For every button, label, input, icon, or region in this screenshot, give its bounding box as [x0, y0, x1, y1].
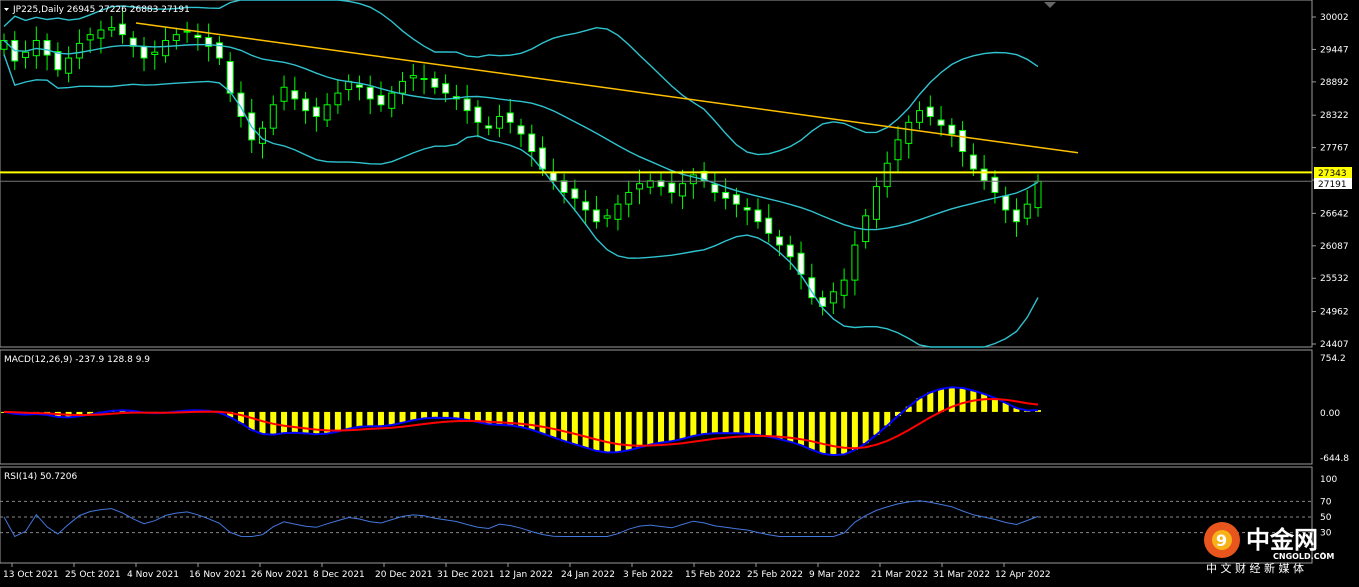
macd-histogram-bar — [302, 411, 309, 434]
macd-histogram-bar — [604, 411, 611, 453]
macd-histogram-bar — [668, 411, 675, 442]
macd-histogram-bar — [701, 411, 708, 434]
price-tick-label: 28322 — [1320, 111, 1349, 121]
watermark-title: 中金网 — [1246, 526, 1318, 554]
price-tick-label: 25532 — [1320, 274, 1349, 284]
macd-histogram-bar — [614, 411, 621, 453]
macd-histogram-bar — [259, 411, 266, 434]
macd-histogram-bar — [658, 411, 665, 443]
date-tick-label: 20 Dec 2021 — [375, 570, 433, 580]
macd-histogram-bar — [356, 411, 363, 427]
cngold-watermark: 9 中金网 CNGOLD.COM 中 文 财 经 新 媒 体 — [1204, 522, 1334, 575]
date-tick-label: 4 Nov 2021 — [127, 570, 179, 580]
date-axis: 13 Oct 2021 25 Oct 2021 4 Nov 2021 16 Nov 2… — [3, 563, 1051, 580]
macd-histogram-bar — [927, 392, 934, 412]
macd-histogram-bar — [345, 411, 352, 429]
macd-histogram-bar — [313, 411, 320, 435]
macd-histogram-bar — [711, 411, 718, 434]
date-tick-label: 31 Dec 2021 — [437, 570, 495, 580]
macd-histogram-bar — [334, 411, 341, 432]
rsi-tick-50: 50 — [1320, 513, 1332, 523]
macd-histogram-bar — [636, 411, 643, 448]
date-tick-label: 24 Jan 2022 — [561, 570, 615, 580]
price-tick-label: 29447 — [1320, 45, 1349, 55]
svg-text:9: 9 — [1216, 531, 1227, 550]
date-tick-label: 12 Apr 2022 — [995, 570, 1051, 580]
macd-histogram-bar — [690, 411, 697, 437]
rsi-header: RSI(14) 50.7206 — [4, 472, 77, 482]
macd-histogram-bar — [862, 411, 869, 444]
date-tick-label: 8 Dec 2021 — [313, 570, 365, 580]
macd-histogram-bar — [582, 411, 589, 448]
macd-histogram-bar — [981, 393, 988, 412]
date-tick-label: 3 Feb 2022 — [623, 570, 673, 580]
macd-histogram-bar — [808, 411, 815, 450]
macd-histogram-bar — [593, 411, 600, 451]
price-tick-label: 28892 — [1320, 78, 1349, 88]
date-tick-label: 12 Jan 2022 — [499, 570, 553, 580]
price-tick-label: 26642 — [1320, 209, 1349, 219]
macd-histogram-bar — [938, 388, 945, 412]
price-tick-label: 30002 — [1320, 13, 1349, 23]
macd-histogram-bar — [959, 388, 966, 412]
macd-header: MACD(12,26,9) -237.9 128.8 9.9 — [4, 355, 150, 365]
date-tick-label: 26 Nov 2021 — [251, 570, 309, 580]
rsi-tick-100: 100 — [1320, 475, 1337, 485]
macd-histogram-bar — [550, 411, 557, 438]
price-tick-label: 27767 — [1320, 144, 1349, 154]
svg-text:27343: 27343 — [1318, 169, 1347, 179]
macd-histogram-bar — [776, 411, 783, 440]
macd-histogram-bar — [851, 411, 858, 451]
macd-histogram-bar — [539, 411, 546, 434]
date-tick-label: 13 Oct 2021 — [3, 570, 59, 580]
macd-histogram-bar — [733, 411, 740, 434]
macd-tick-zero: 0.00 — [1320, 409, 1340, 419]
macd-histogram-bar — [281, 411, 288, 434]
date-tick-label: 31 Mar 2022 — [933, 570, 990, 580]
date-tick-label: 16 Nov 2021 — [189, 570, 247, 580]
macd-histogram-bar — [561, 411, 568, 442]
macd-histogram-bar — [647, 411, 654, 445]
macd-histogram-bar — [744, 411, 751, 434]
macd-histogram-bar — [819, 411, 826, 454]
line-price-tag: 27343 — [1314, 167, 1352, 179]
macd-histogram-bar — [528, 411, 535, 430]
macd-histogram-bar — [873, 411, 880, 435]
date-tick-label: 25 Feb 2022 — [747, 570, 803, 580]
date-tick-label: 21 Mar 2022 — [871, 570, 928, 580]
price-panel[interactable] — [0, 0, 1313, 348]
date-tick-label: 15 Feb 2022 — [685, 570, 741, 580]
price-tick-label: 24407 — [1320, 340, 1349, 350]
macd-histogram-bar — [399, 411, 406, 423]
price-tick-label: 26087 — [1320, 242, 1349, 252]
macd-histogram-bar — [291, 411, 298, 433]
chart-canvas[interactable]: JP225,Daily 26945 27226 26883 27191 MACD… — [0, 0, 1359, 587]
macd-histogram-bar — [722, 411, 729, 434]
rsi-tick-70: 70 — [1320, 497, 1332, 507]
price-tick-label: 24962 — [1320, 308, 1349, 318]
macd-tick-top: 754.2 — [1320, 354, 1346, 364]
macd-histogram-bar — [367, 411, 374, 427]
macd-histogram-bar — [679, 411, 686, 439]
macd-histogram-bar — [248, 411, 255, 431]
macd-histogram-bar — [377, 411, 384, 427]
date-tick-label: 9 Mar 2022 — [809, 570, 860, 580]
macd-histogram-bar — [765, 411, 772, 437]
rsi-tick-30: 30 — [1320, 529, 1332, 539]
macd-panel[interactable] — [0, 349, 1313, 465]
watermark-tagline: 中 文 财 经 新 媒 体 — [1206, 561, 1304, 575]
watermark-url: CNGOLD.COM — [1273, 552, 1334, 561]
current-price-tag: 27191 — [1314, 178, 1352, 190]
macd-histogram-bar — [571, 411, 578, 445]
date-tick-label: 25 Oct 2021 — [65, 570, 121, 580]
macd-histogram-bar — [830, 411, 837, 456]
macd-tick-bottom: -644.8 — [1320, 454, 1349, 464]
symbol-header: JP225,Daily 26945 27226 26883 27191 — [12, 5, 190, 15]
macd-histogram-bar — [388, 411, 395, 426]
macd-histogram-bar — [754, 411, 761, 435]
svg-text:27191: 27191 — [1318, 180, 1347, 190]
